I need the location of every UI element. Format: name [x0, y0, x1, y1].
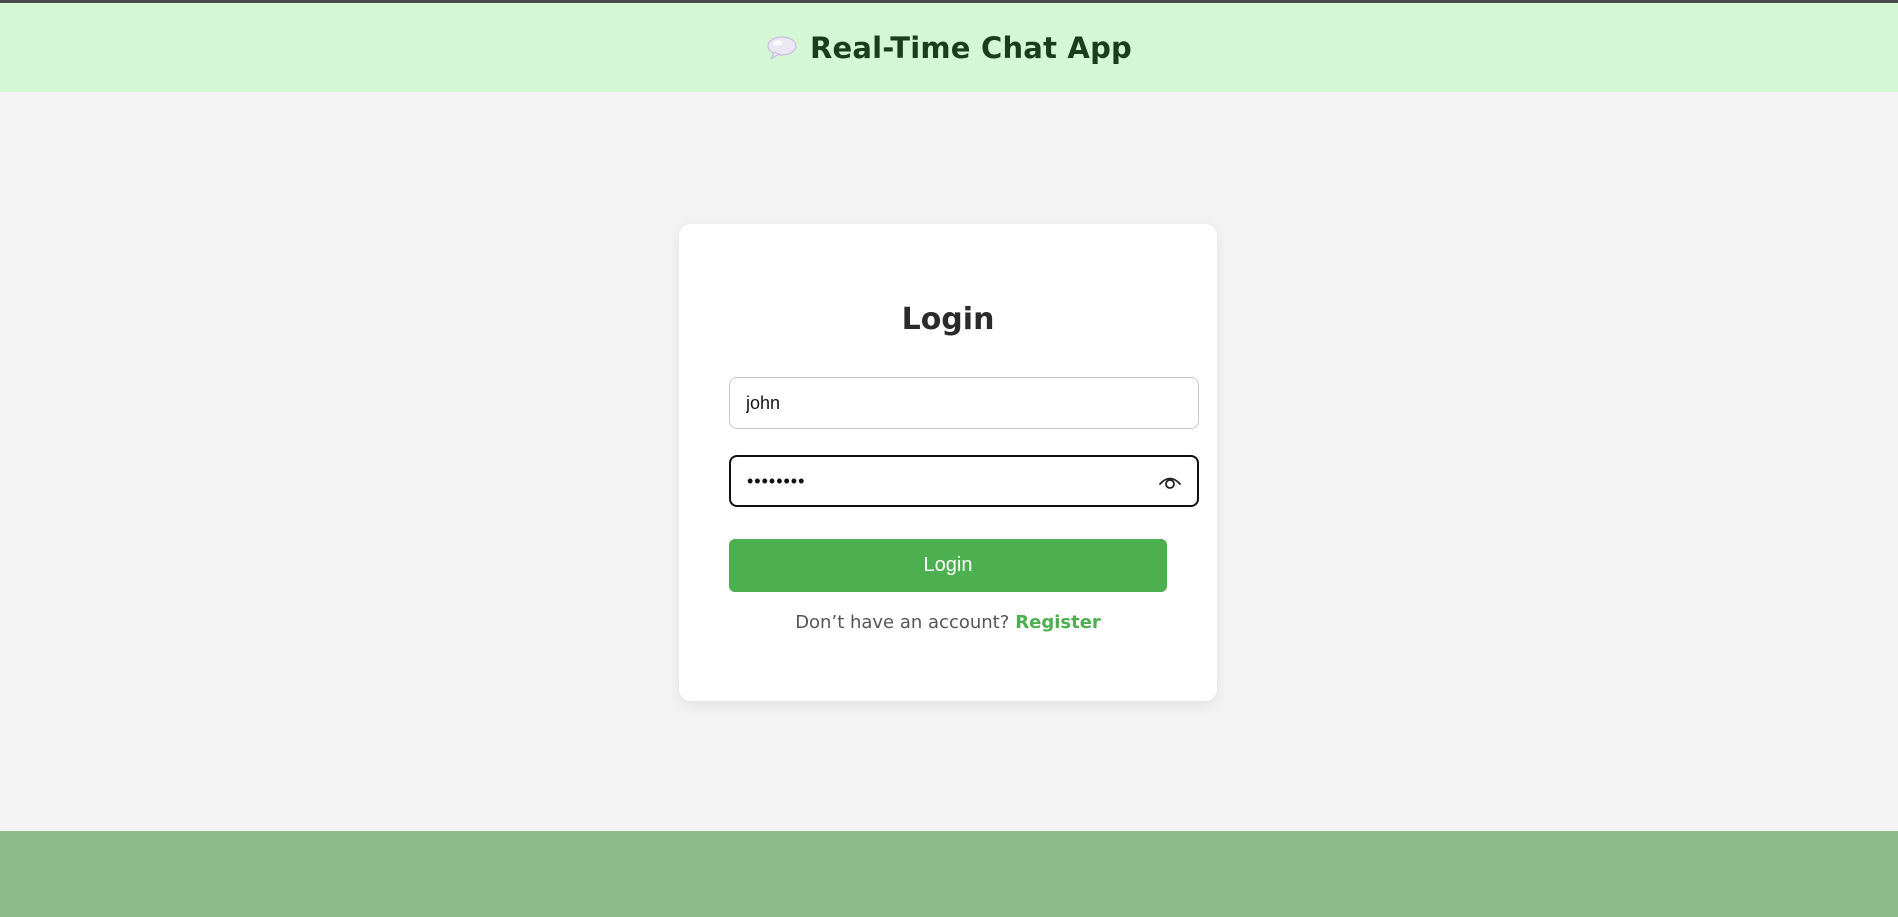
register-prompt-line: Don’t have an account? Register: [679, 612, 1217, 633]
password-field: [729, 455, 1199, 507]
page-footer: [0, 831, 1898, 917]
login-button[interactable]: Login: [729, 539, 1167, 592]
header-brand: Real-Time Chat App: [766, 31, 1132, 65]
app-title: Real-Time Chat App: [809, 30, 1132, 65]
login-title: Login: [901, 302, 995, 337]
eye-icon[interactable]: [1157, 471, 1183, 491]
login-card: Login Login Don’t have an account?Regist…: [679, 224, 1217, 701]
register-link[interactable]: Register: [1015, 612, 1101, 633]
main-content: Login Login Don’t have an account?Regist…: [0, 92, 1898, 831]
username-field: [729, 377, 1199, 429]
app-header: Real-Time Chat App: [0, 3, 1898, 92]
register-prompt-text: Don’t have an account?: [795, 612, 1010, 633]
username-input[interactable]: [730, 378, 1198, 428]
speech-bubble-icon: [766, 34, 798, 62]
password-input[interactable]: [731, 457, 1197, 505]
